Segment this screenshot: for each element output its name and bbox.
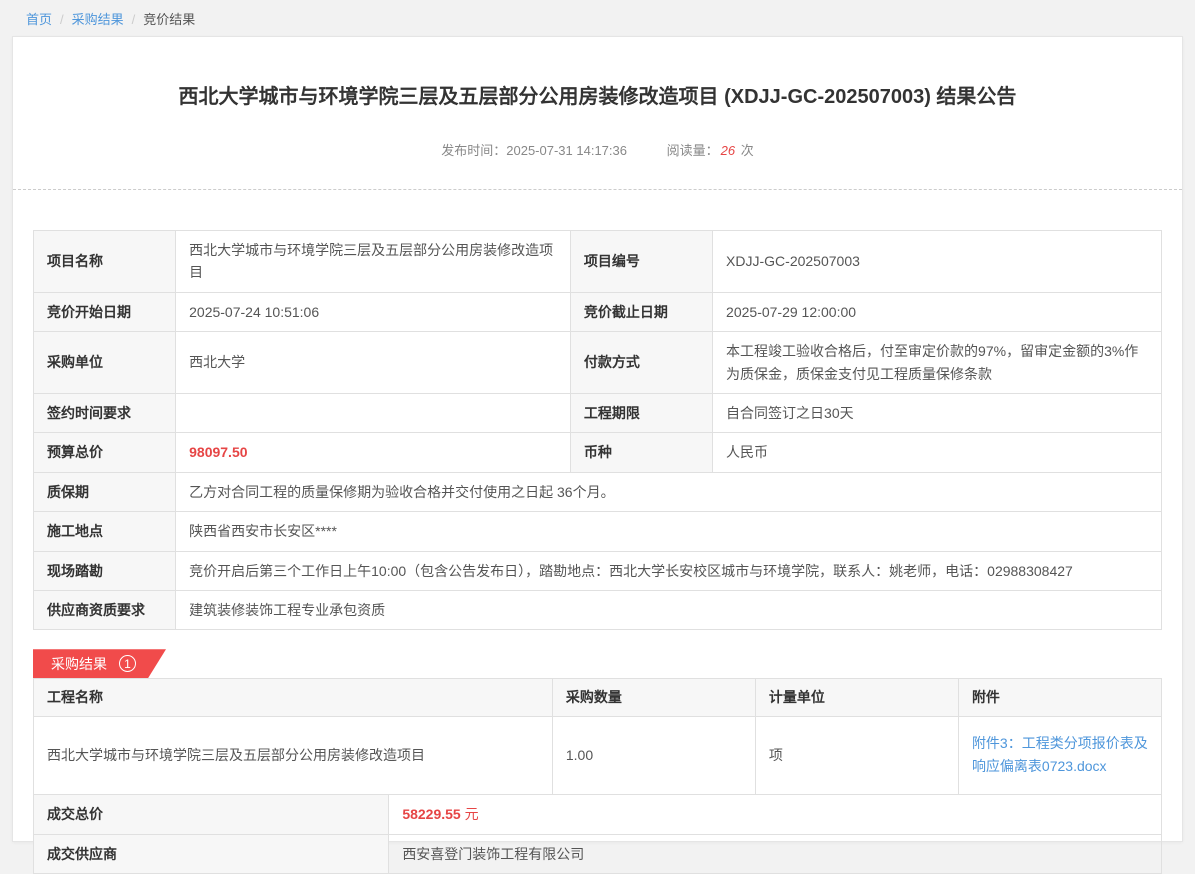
table-row: 成交供应商 西安喜登门装饰工程有限公司: [34, 834, 1162, 873]
breadcrumb-link-procurement-results[interactable]: 采购结果: [72, 12, 124, 27]
table-row: 预算总价 98097.50 币种 人民币: [34, 433, 1162, 472]
table-row: 供应商资质要求 建筑装修装饰工程专业承包资质: [34, 590, 1162, 629]
table-row: 签约时间要求 工程期限 自合同签订之日30天: [34, 393, 1162, 432]
field-value-project-name: 西北大学城市与环境学院三层及五层部分公用房装修改造项目: [176, 231, 571, 293]
breadcrumb: 首页 / 采购结果 / 竞价结果: [0, 0, 1195, 36]
result-count-badge: 1: [119, 655, 136, 672]
publish-time: 发布时间：2025-07-31 14:17:36: [441, 143, 627, 158]
column-header-attachment: 附件: [958, 679, 1161, 716]
field-label-deal-total-price: 成交总价: [34, 795, 389, 834]
table-row: 质保期 乙方对合同工程的质量保修期为验收合格并交付使用之日起 36个月。: [34, 472, 1162, 511]
field-value-supplier-qualification: 建筑装修装饰工程专业承包资质: [176, 590, 1162, 629]
table-row: 施工地点 陕西省西安市长安区****: [34, 512, 1162, 551]
field-label-construction-site: 施工地点: [34, 512, 176, 551]
field-label-site-survey: 现场踏勘: [34, 551, 176, 590]
announcement-card: 西北大学城市与环境学院三层及五层部分公用房装修改造项目 (XDJJ-GC-202…: [12, 36, 1183, 842]
deal-summary-table: 成交总价 58229.55 元 成交供应商 西安喜登门装饰工程有限公司: [33, 794, 1162, 874]
view-count: 阅读量：26 次: [667, 143, 754, 158]
project-info-table: 项目名称 西北大学城市与环境学院三层及五层部分公用房装修改造项目 项目编号 XD…: [33, 230, 1162, 630]
column-header-quantity: 采购数量: [552, 679, 755, 716]
field-label-currency: 币种: [570, 433, 712, 472]
field-value-deal-supplier: 西安喜登门装饰工程有限公司: [389, 834, 1162, 873]
ribbon-label: 采购结果: [51, 654, 107, 674]
field-value-payment-method: 本工程竣工验收合格后，付至审定价款的97%，留审定金额的3%作为质保金，质保金支…: [713, 332, 1162, 394]
dashed-divider: [13, 189, 1182, 190]
field-value-project-number: XDJJ-GC-202507003: [713, 231, 1162, 293]
field-label-payment-method: 付款方式: [570, 332, 712, 394]
table-row: 竞价开始日期 2025-07-24 10:51:06 竞价截止日期 2025-0…: [34, 292, 1162, 331]
field-value-construction-site: 陕西省西安市长安区****: [176, 512, 1162, 551]
table-row: 西北大学城市与环境学院三层及五层部分公用房装修改造项目 1.00 项 附件3：工…: [34, 716, 1162, 795]
field-value-budget-total: 98097.50: [176, 433, 571, 472]
meta-line: 发布时间：2025-07-31 14:17:36 阅读量：26 次: [33, 140, 1162, 159]
field-label-signing-time: 签约时间要求: [34, 393, 176, 432]
field-label-project-duration: 工程期限: [570, 393, 712, 432]
field-value-deal-total-price: 58229.55 元: [389, 795, 1162, 834]
procurement-result-ribbon: 采购结果 1: [33, 649, 166, 678]
result-quantity: 1.00: [552, 716, 755, 795]
result-unit: 项: [755, 716, 958, 795]
field-value-project-duration: 自合同签订之日30天: [713, 393, 1162, 432]
table-row: 成交总价 58229.55 元: [34, 795, 1162, 834]
field-value-bid-start-date: 2025-07-24 10:51:06: [176, 292, 571, 331]
field-label-budget-total: 预算总价: [34, 433, 176, 472]
column-header-project-name: 工程名称: [34, 679, 553, 716]
field-value-warranty-period: 乙方对合同工程的质量保修期为验收合格并交付使用之日起 36个月。: [176, 472, 1162, 511]
field-label-bid-end-date: 竞价截止日期: [570, 292, 712, 331]
field-value-purchasing-unit: 西北大学: [176, 332, 571, 394]
field-value-currency: 人民币: [713, 433, 1162, 472]
deal-price-unit: 元: [465, 806, 479, 822]
attachment-link[interactable]: 附件3：工程类分项报价表及响应偏离表0723.docx: [972, 732, 1148, 780]
result-project-name: 西北大学城市与环境学院三层及五层部分公用房装修改造项目: [34, 716, 553, 795]
breadcrumb-current-bidding-results: 竞价结果: [143, 12, 195, 27]
table-row: 采购单位 西北大学 付款方式 本工程竣工验收合格后，付至审定价款的97%，留审定…: [34, 332, 1162, 394]
field-value-bid-end-date: 2025-07-29 12:00:00: [713, 292, 1162, 331]
breadcrumb-separator: /: [60, 12, 64, 27]
table-row: 现场踏勘 竞价开启后第三个工作日上午10:00（包含公告发布日），踏勘地点：西北…: [34, 551, 1162, 590]
field-label-project-number: 项目编号: [570, 231, 712, 293]
breadcrumb-link-home[interactable]: 首页: [26, 12, 52, 27]
breadcrumb-separator: /: [132, 12, 136, 27]
field-label-purchasing-unit: 采购单位: [34, 332, 176, 394]
field-label-project-name: 项目名称: [34, 231, 176, 293]
field-label-supplier-qualification: 供应商资质要求: [34, 590, 176, 629]
column-header-unit: 计量单位: [755, 679, 958, 716]
page-title: 西北大学城市与环境学院三层及五层部分公用房装修改造项目 (XDJJ-GC-202…: [93, 37, 1102, 112]
deal-price-number: 58229.55: [402, 806, 460, 822]
view-count-number: 26: [721, 143, 735, 158]
field-label-deal-supplier: 成交供应商: [34, 834, 389, 873]
field-value-site-survey: 竞价开启后第三个工作日上午10:00（包含公告发布日），踏勘地点：西北大学长安校…: [176, 551, 1162, 590]
table-row: 项目名称 西北大学城市与环境学院三层及五层部分公用房装修改造项目 项目编号 XD…: [34, 231, 1162, 293]
field-value-signing-time: [176, 393, 571, 432]
table-header-row: 工程名称 采购数量 计量单位 附件: [34, 679, 1162, 716]
field-label-warranty-period: 质保期: [34, 472, 176, 511]
field-label-bid-start-date: 竞价开始日期: [34, 292, 176, 331]
procurement-result-table: 工程名称 采购数量 计量单位 附件 西北大学城市与环境学院三层及五层部分公用房装…: [33, 678, 1162, 795]
